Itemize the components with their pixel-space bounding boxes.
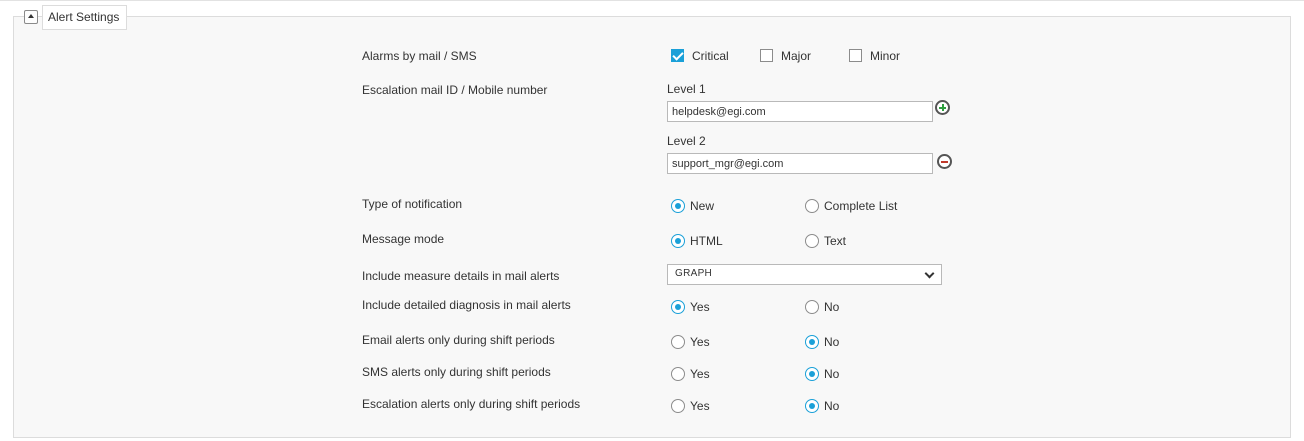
- detailed-diagnosis-yes-label: Yes: [690, 300, 710, 314]
- minor-checkbox[interactable]: [849, 49, 862, 62]
- notification-new-label: New: [690, 199, 715, 213]
- minor-label: Minor: [870, 49, 901, 63]
- detailed-diagnosis-yes-radio[interactable]: [671, 300, 685, 314]
- measure-details-label: Include measure details in mail alerts: [362, 269, 560, 283]
- alert-settings-panel: [13, 16, 1291, 438]
- detailed-diagnosis-label: Include detailed diagnosis in mail alert…: [362, 298, 571, 312]
- escalation-shift-no-radio[interactable]: [805, 399, 819, 413]
- email-shift-yes-label: Yes: [690, 335, 710, 349]
- collapse-up-icon[interactable]: [24, 10, 38, 24]
- critical-label: Critical: [692, 49, 729, 63]
- measure-details-value: GRAPH: [675, 268, 713, 279]
- email-shift-yes-radio[interactable]: [671, 335, 685, 349]
- notification-label: Type of notification: [362, 197, 463, 211]
- message-mode-html-label: HTML: [690, 234, 723, 248]
- remove-icon-hbar: [941, 160, 948, 163]
- remove-icon[interactable]: [937, 154, 952, 169]
- add-icon-vbar: [941, 104, 944, 111]
- email-shift-no-radio[interactable]: [805, 335, 819, 349]
- email-shift-label: Email alerts only during shift periods: [362, 333, 555, 347]
- message-mode-html-radio[interactable]: [671, 234, 685, 248]
- section-title: Alert Settings: [42, 5, 127, 30]
- escalation-label: Escalation mail ID / Mobile number: [362, 83, 548, 97]
- message-mode-text-label: Text: [824, 234, 847, 248]
- message-mode-label: Message mode: [362, 232, 445, 246]
- top-divider: [0, 0, 1304, 1]
- notification-new-radio[interactable]: [671, 199, 685, 213]
- notification-complete-list-label: Complete List: [824, 199, 898, 213]
- escalation-shift-yes-label: Yes: [690, 399, 710, 413]
- level-1-input[interactable]: [667, 101, 933, 122]
- chevron-down-icon: [924, 268, 935, 279]
- message-mode-text-radio[interactable]: [805, 234, 819, 248]
- level-1-label: Level 1: [667, 82, 706, 96]
- detailed-diagnosis-no-label: No: [824, 300, 840, 314]
- notification-complete-list-radio[interactable]: [805, 199, 819, 213]
- major-label: Major: [781, 49, 812, 63]
- email-shift-no-label: No: [824, 335, 840, 349]
- sms-shift-no-label: No: [824, 367, 840, 381]
- sms-shift-yes-radio[interactable]: [671, 367, 685, 381]
- escalation-shift-no-label: No: [824, 399, 840, 413]
- alarms-label: Alarms by mail / SMS: [362, 49, 477, 63]
- level-2-input[interactable]: [667, 153, 933, 174]
- measure-details-select[interactable]: GRAPH: [667, 264, 942, 285]
- major-checkbox[interactable]: [760, 49, 773, 62]
- sms-shift-no-radio[interactable]: [805, 367, 819, 381]
- detailed-diagnosis-no-radio[interactable]: [805, 300, 819, 314]
- escalation-shift-yes-radio[interactable]: [671, 399, 685, 413]
- sms-shift-yes-label: Yes: [690, 367, 710, 381]
- add-icon[interactable]: [935, 100, 950, 115]
- escalation-shift-label: Escalation alerts only during shift peri…: [362, 397, 581, 411]
- critical-checkbox[interactable]: [671, 49, 684, 62]
- sms-shift-label: SMS alerts only during shift periods: [362, 365, 551, 379]
- level-2-label: Level 2: [667, 134, 706, 148]
